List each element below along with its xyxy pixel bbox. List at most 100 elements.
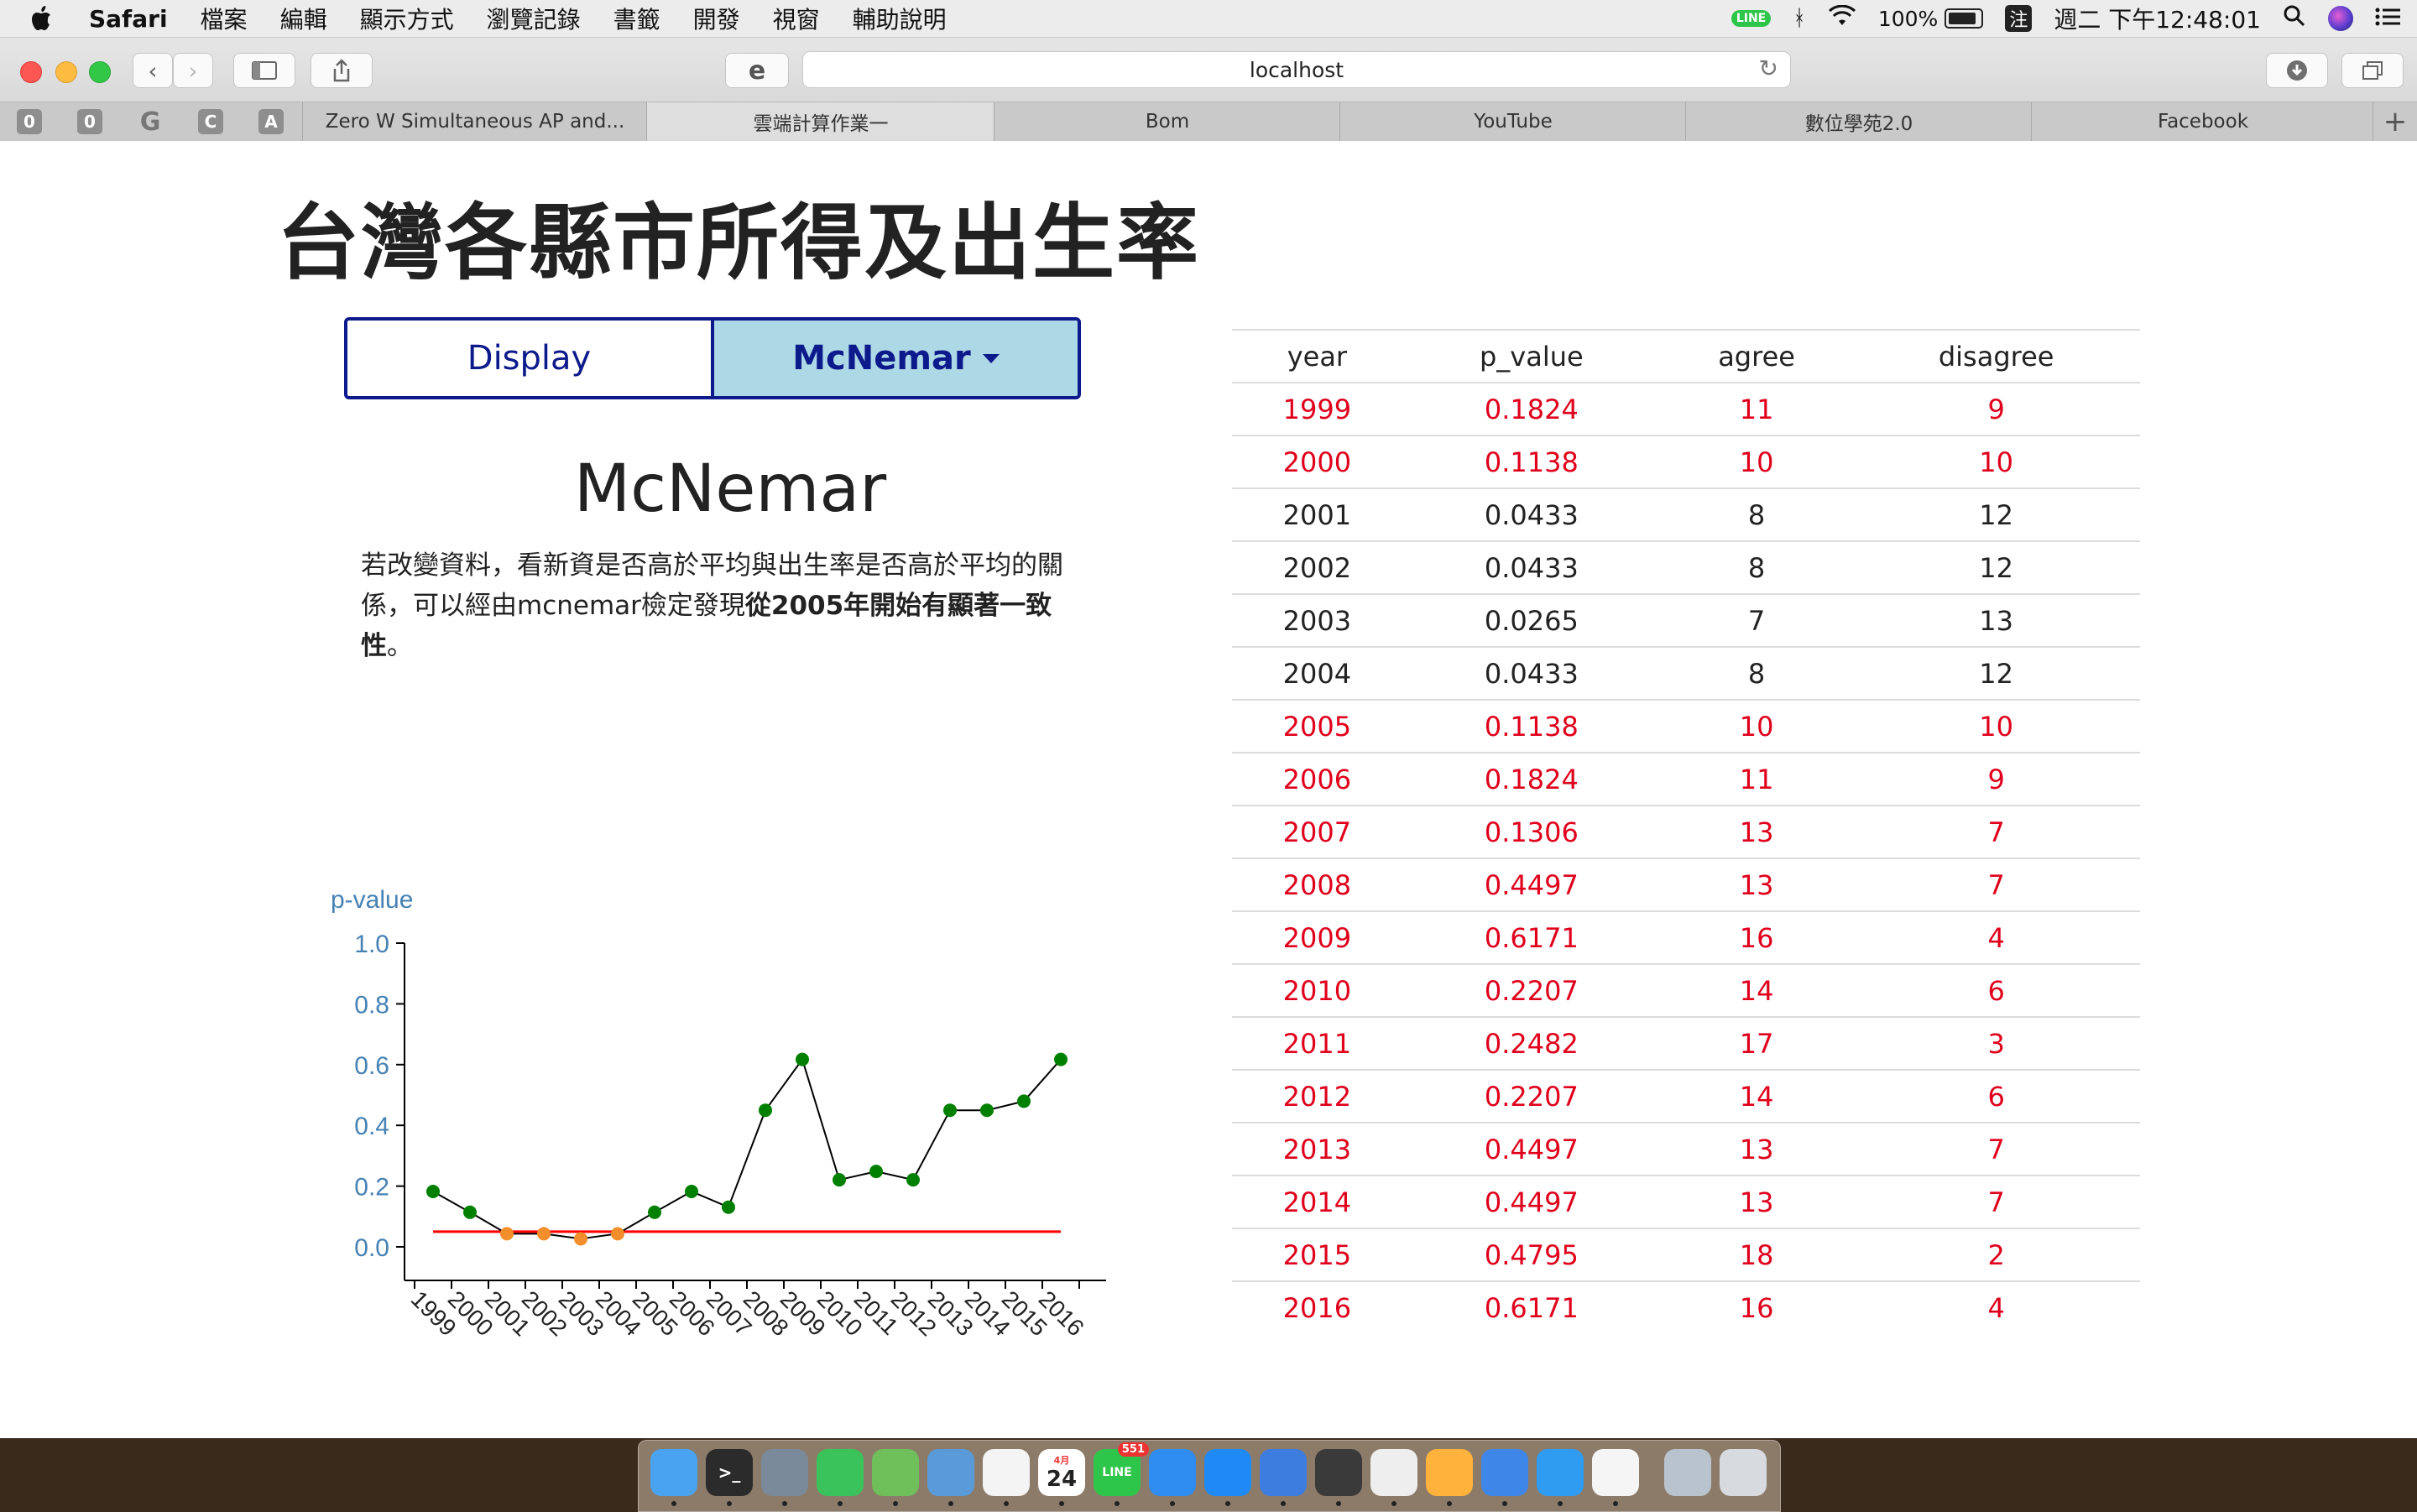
download-icon — [2287, 60, 2307, 81]
menu-bookmarks[interactable]: 書籤 — [613, 2, 660, 35]
terminal-icon[interactable]: >_ — [706, 1449, 753, 1496]
tab-bom[interactable]: Bom — [994, 102, 1340, 141]
notification-list-icon[interactable] — [2375, 5, 2400, 33]
search-icon[interactable] — [2283, 4, 2306, 34]
line-icon[interactable]: LINE — [1731, 10, 1772, 27]
launchpad-icon[interactable] — [761, 1449, 808, 1496]
table-row: 2011 0.2482 17 3 — [1232, 1016, 2140, 1070]
mcnemar-table: year p_value agree disagree 1999 0.1824 11… — [1232, 329, 2140, 1333]
web-page: 台灣各縣市所得及出生率 Display McNemar McNemar 若改變資… — [0, 141, 2417, 1438]
table-row: 2008 0.4497 13 7 — [1232, 858, 2140, 911]
tab-homework[interactable]: 雲端計算作業一 — [646, 102, 994, 141]
y-tick-label: 0.0 — [354, 1234, 389, 1262]
table-row: 2004 0.0433 8 12 — [1232, 646, 2140, 700]
apple-icon[interactable] — [30, 0, 52, 37]
battery-icon[interactable] — [1945, 8, 1984, 29]
siri-icon[interactable] — [2328, 6, 2353, 31]
trash-icon[interactable] — [1720, 1449, 1767, 1496]
wifi-icon[interactable] — [1828, 4, 1856, 33]
messages-icon[interactable] — [1537, 1449, 1584, 1496]
line-icon[interactable]: LINE 551 — [1094, 1442, 1149, 1496]
forward-button[interactable]: › — [173, 53, 213, 88]
cell-p-value: 0.4497 — [1402, 1122, 1661, 1176]
input-method-icon[interactable]: 注 — [2005, 5, 2033, 32]
share-button[interactable] — [311, 53, 373, 88]
menu-edit[interactable]: 編輯 — [280, 2, 327, 35]
clock[interactable]: 週二 下午12:48:01 — [2054, 2, 2261, 35]
xcode-icon[interactable] — [1260, 1449, 1307, 1496]
minimize-window-button[interactable] — [55, 61, 77, 83]
tab-digital-academy[interactable]: 數位學苑2.0 — [1685, 102, 2032, 141]
app-menu-safari[interactable]: Safari — [89, 5, 168, 33]
pinned-tab-0a[interactable]: 0 — [17, 109, 42, 134]
cell-p-value: 0.6171 — [1402, 1280, 1661, 1333]
keynote-icon[interactable] — [1481, 1449, 1528, 1496]
data-point — [943, 1103, 957, 1118]
running-indicator — [948, 1501, 953, 1506]
y-tick-label: 0.4 — [354, 1113, 389, 1140]
cell-year: 2005 — [1232, 699, 1402, 753]
pinned-tab-0b[interactable]: 0 — [77, 109, 102, 134]
cell-year: 2014 — [1232, 1175, 1402, 1228]
app-store-icon[interactable] — [1204, 1449, 1251, 1496]
cell-agree: 17 — [1660, 1016, 1853, 1070]
cell-agree: 11 — [1660, 752, 1853, 806]
cell-disagree: 10 — [1852, 699, 2140, 753]
mcnemar-dropdown-button[interactable]: McNemar — [714, 317, 1081, 399]
pages-icon[interactable] — [1426, 1449, 1473, 1496]
cell-year: 2010 — [1232, 963, 1402, 1017]
cell-agree: 13 — [1660, 1122, 1853, 1176]
data-point — [611, 1227, 624, 1241]
data-point — [574, 1232, 587, 1246]
data-point — [906, 1173, 920, 1187]
pinned-tab-c[interactable]: C — [198, 109, 223, 134]
textedit-icon[interactable] — [1592, 1449, 1639, 1496]
finder-icon[interactable] — [650, 1449, 697, 1496]
pinned-tab-g[interactable]: G — [138, 107, 163, 137]
maps-icon[interactable] — [872, 1449, 919, 1496]
tab-overview-button[interactable] — [2341, 53, 2404, 88]
menu-view[interactable]: 顯示方式 — [360, 2, 454, 35]
downloads-button[interactable] — [2266, 53, 2328, 88]
bluetooth-icon[interactable]: ᚼ — [1793, 6, 1806, 31]
facetime-icon[interactable] — [817, 1449, 864, 1496]
cell-agree: 18 — [1660, 1228, 1853, 1281]
ie-icon: e — [748, 55, 766, 86]
zoom-window-button[interactable] — [89, 61, 111, 83]
menu-develop[interactable]: 開發 — [693, 2, 740, 35]
reload-icon[interactable]: ↻ — [1759, 55, 1778, 82]
menu-history[interactable]: 瀏覽記錄 — [487, 2, 581, 35]
pinned-tab-a[interactable]: A — [258, 109, 284, 134]
numbers-icon[interactable] — [1370, 1449, 1417, 1496]
tab-youtube[interactable]: YouTube — [1339, 102, 1686, 141]
safari-icon[interactable] — [1149, 1449, 1196, 1496]
cell-p-value: 0.2207 — [1402, 1069, 1661, 1123]
running-indicator — [1391, 1501, 1396, 1506]
menu-window[interactable]: 視窗 — [773, 2, 820, 35]
close-window-button[interactable] — [20, 61, 42, 83]
reader-extension-button[interactable]: e — [725, 53, 789, 88]
menu-file[interactable]: 檔案 — [201, 2, 248, 35]
y-tick-label: 0.2 — [354, 1174, 389, 1202]
tab-label: 數位學苑2.0 — [1804, 113, 1913, 135]
tab-facebook[interactable]: Facebook — [2031, 102, 2374, 141]
vmware-icon[interactable] — [1315, 1449, 1362, 1496]
cell-disagree: 7 — [1852, 1175, 2140, 1228]
new-tab-button[interactable]: + — [2373, 102, 2417, 141]
cell-disagree: 10 — [1852, 435, 2140, 488]
calendar-icon[interactable]: 4月 24 — [1038, 1449, 1085, 1496]
preview-icon[interactable] — [927, 1449, 974, 1496]
menu-help[interactable]: 輔助說明 — [853, 2, 947, 35]
caret-down-icon — [982, 353, 1000, 363]
menu-bar: Safari 檔案 編輯 顯示方式 瀏覽記錄 書籤 開發 視窗 輔助說明 LIN… — [0, 0, 2417, 38]
photos-icon[interactable] — [983, 1449, 1030, 1496]
cell-year: 2001 — [1232, 487, 1402, 541]
cell-p-value: 0.4795 — [1402, 1228, 1661, 1281]
address-bar[interactable]: localhost ↻ — [802, 51, 1791, 88]
tab-zero-w[interactable]: Zero W Simultaneous AP and... — [302, 102, 647, 141]
column-header-agree: agree — [1660, 329, 1853, 383]
display-button[interactable]: Display — [344, 317, 714, 399]
sidebar-toggle-button[interactable] — [233, 53, 295, 88]
downloads-folder-icon[interactable] — [1664, 1449, 1711, 1496]
back-button[interactable]: ‹ — [133, 53, 173, 88]
